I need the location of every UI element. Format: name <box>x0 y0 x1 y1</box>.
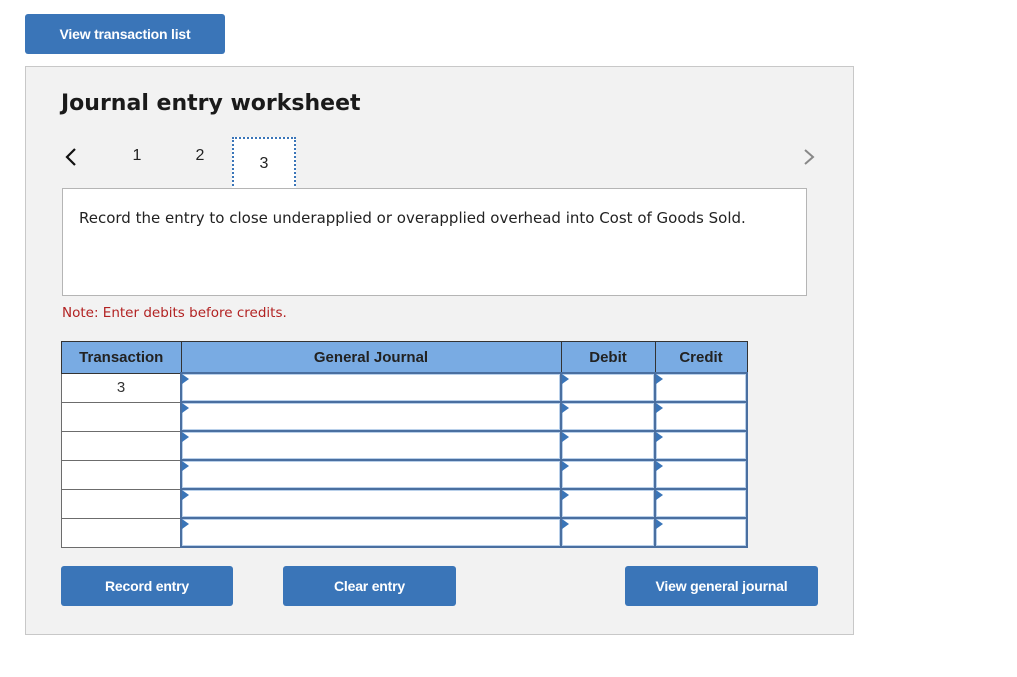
debit-input-cell <box>560 430 656 461</box>
record-entry-button[interactable]: Record entry <box>61 566 233 606</box>
general-journal-input-cell <box>180 488 562 519</box>
general-journal-input-cell <box>180 430 562 461</box>
table-row <box>61 517 748 548</box>
transaction-cell <box>61 430 182 461</box>
debit-input[interactable] <box>562 403 654 430</box>
journal-entry-table: Transaction General Journal Debit Credit… <box>61 341 748 548</box>
debit-input-cell <box>560 372 656 403</box>
credit-input[interactable] <box>656 403 746 430</box>
journal-entry-worksheet-panel: Journal entry worksheet 1 2 3 Record the… <box>25 66 854 635</box>
general-journal-input[interactable] <box>182 374 560 401</box>
table-row <box>61 459 748 490</box>
table-row <box>61 430 748 461</box>
header-credit: Credit <box>654 341 748 374</box>
step-tab-2[interactable]: 2 <box>185 137 215 175</box>
general-journal-input[interactable] <box>182 490 560 517</box>
debit-input-cell <box>560 401 656 432</box>
table-row: 3 <box>61 372 748 403</box>
credit-input-cell <box>654 488 748 519</box>
transaction-cell <box>61 517 182 548</box>
credit-input[interactable] <box>656 519 746 546</box>
step-tab-3-active[interactable]: 3 <box>232 137 296 190</box>
credit-input-cell <box>654 372 748 403</box>
transaction-cell <box>61 401 182 432</box>
transaction-cell: 3 <box>61 372 182 403</box>
debit-input[interactable] <box>562 432 654 459</box>
credit-input-cell <box>654 430 748 461</box>
debit-input[interactable] <box>562 461 654 488</box>
general-journal-input-cell <box>180 459 562 490</box>
general-journal-input-cell <box>180 517 562 548</box>
header-general-journal: General Journal <box>180 341 562 374</box>
credit-input[interactable] <box>656 461 746 488</box>
next-step-button[interactable] <box>800 145 818 169</box>
credit-input[interactable] <box>656 374 746 401</box>
clear-entry-button[interactable]: Clear entry <box>283 566 456 606</box>
general-journal-input[interactable] <box>182 432 560 459</box>
instruction-box: Record the entry to close underapplied o… <box>62 188 807 296</box>
debit-input[interactable] <box>562 490 654 517</box>
table-header-row: Transaction General Journal Debit Credit <box>61 341 748 374</box>
transaction-cell <box>61 488 182 519</box>
debit-input-cell <box>560 488 656 519</box>
debit-input-cell <box>560 517 656 548</box>
credit-input-cell <box>654 459 748 490</box>
chevron-left-icon <box>65 148 76 166</box>
debit-input[interactable] <box>562 374 654 401</box>
credit-input[interactable] <box>656 490 746 517</box>
header-transaction: Transaction <box>61 341 182 374</box>
general-journal-input-cell <box>180 372 562 403</box>
credit-input-cell <box>654 517 748 548</box>
previous-step-button[interactable] <box>62 145 80 169</box>
debit-input-cell <box>560 459 656 490</box>
header-debit: Debit <box>560 341 656 374</box>
credit-input[interactable] <box>656 432 746 459</box>
view-transaction-list-button[interactable]: View transaction list <box>25 14 225 54</box>
general-journal-input-cell <box>180 401 562 432</box>
transaction-cell <box>61 459 182 490</box>
table-row <box>61 401 748 432</box>
general-journal-input[interactable] <box>182 403 560 430</box>
general-journal-input[interactable] <box>182 461 560 488</box>
worksheet-title: Journal entry worksheet <box>61 91 361 116</box>
view-general-journal-button[interactable]: View general journal <box>625 566 818 606</box>
credit-input-cell <box>654 401 748 432</box>
chevron-right-icon <box>804 149 815 165</box>
general-journal-input[interactable] <box>182 519 560 546</box>
note-text: Note: Enter debits before credits. <box>62 305 287 321</box>
step-tab-1[interactable]: 1 <box>122 137 152 175</box>
debit-input[interactable] <box>562 519 654 546</box>
table-row <box>61 488 748 519</box>
